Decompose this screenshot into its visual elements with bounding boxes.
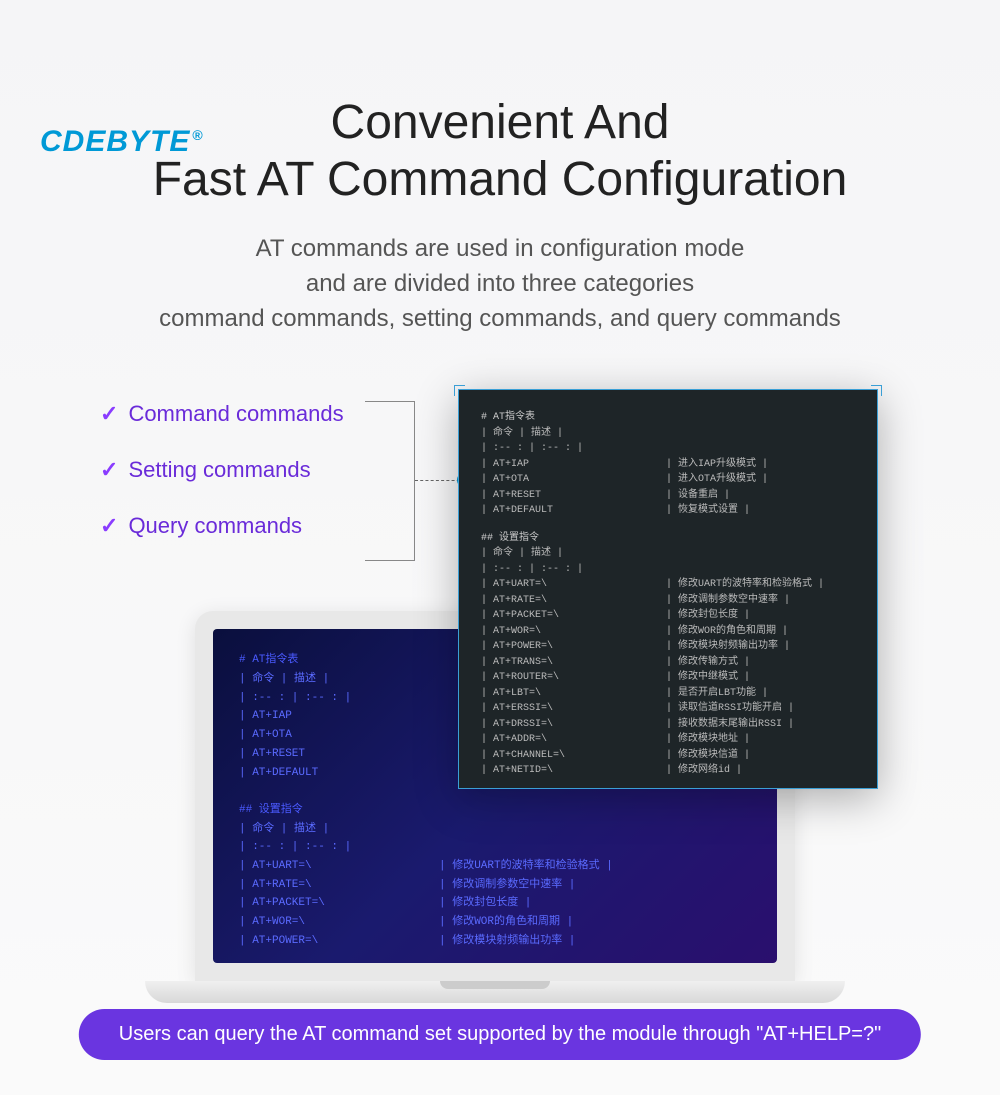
footer-text: Users can query the AT command set suppo… (119, 1023, 881, 1045)
content-area: ✓ Command commands ✓ Setting commands ✓ … (0, 381, 1000, 941)
category-item-command: ✓ Command commands (100, 401, 344, 427)
checkmark-icon: ✓ (100, 457, 118, 483)
checkmark-icon: ✓ (100, 513, 118, 539)
subhead-line1: AT commands are used in configuration mo… (0, 232, 1000, 267)
brand-logo: CDEBYTE® (40, 125, 204, 159)
subhead-line3: command commands, setting commands, and … (0, 302, 1000, 337)
category-item-query: ✓ Query commands (100, 513, 344, 539)
heading-line2: Fast AT Command Configuration (0, 152, 1000, 207)
bracket-connector (365, 401, 415, 561)
terminal-popup: # AT指令表| 命令 | 描述 || :-- : | :-- : || AT+… (458, 389, 878, 789)
category-item-setting: ✓ Setting commands (100, 457, 344, 483)
category-list: ✓ Command commands ✓ Setting commands ✓ … (100, 401, 344, 569)
registered-mark: ® (192, 127, 203, 143)
sub-heading: AT commands are used in configuration mo… (0, 232, 1000, 336)
subhead-line2: and are divided into three categories (0, 267, 1000, 302)
category-label: Setting commands (128, 457, 310, 483)
footer-banner: Users can query the AT command set suppo… (79, 1009, 921, 1060)
checkmark-icon: ✓ (100, 401, 118, 427)
laptop-base (145, 981, 845, 1003)
category-label: Command commands (128, 401, 343, 427)
category-label: Query commands (128, 513, 302, 539)
